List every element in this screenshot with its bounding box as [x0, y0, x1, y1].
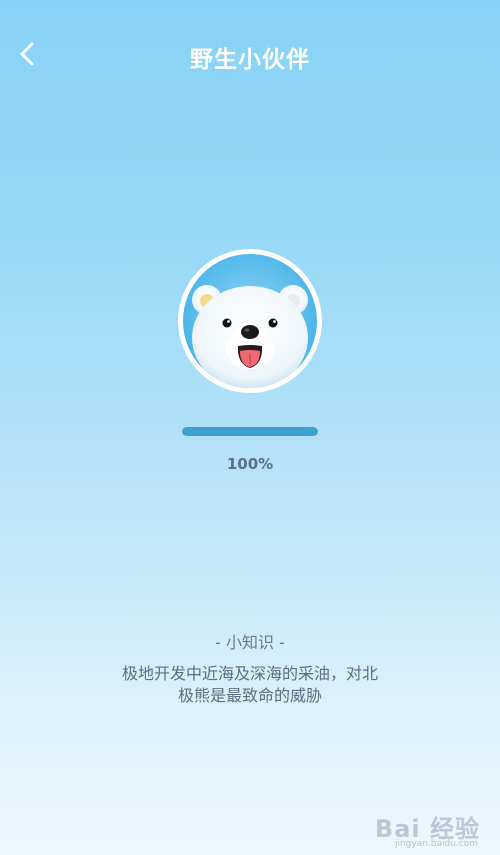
top-bar: 野生小伙伴: [0, 0, 500, 110]
avatar: [178, 249, 322, 393]
tip-line-1: 极地开发中近海及深海的采油，对北: [121, 664, 378, 683]
progress-bar: [182, 427, 318, 436]
watermark: Bai 经验 jingyan.baidu.com: [350, 805, 480, 849]
progress-percent: 100%: [226, 455, 274, 473]
watermark-url: jingyan.baidu.com: [394, 839, 478, 849]
tip-heading: - 小知识 -: [215, 633, 285, 652]
polar-bear-icon: [183, 254, 317, 388]
progress-fill: [182, 427, 318, 436]
tip-line-2: 极熊是最致命的威胁: [177, 686, 322, 705]
page-title: 野生小伙伴: [190, 47, 310, 73]
tip-body: 极地开发中近海及深海的采油，对北 极熊是最致命的威胁: [100, 663, 400, 707]
